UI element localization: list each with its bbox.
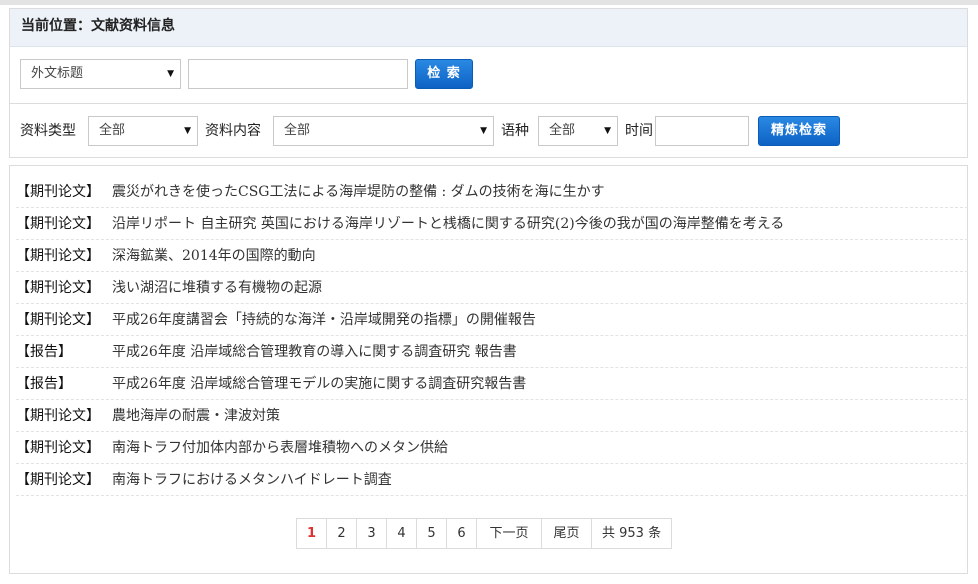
item-type-tag: 【期刊论文】 bbox=[16, 472, 100, 488]
search-field-value: 外文标题 bbox=[31, 66, 84, 81]
content-select[interactable]: 全部 ▼ bbox=[273, 116, 494, 146]
list-item: 【期刊论文】 南海トラフにおけるメタンハイドレート調査 bbox=[16, 465, 968, 496]
item-title-link[interactable]: 平成26年度 沿岸域総合管理教育の導入に関する調査研究 報告書 bbox=[112, 344, 517, 360]
pagination: 1 2 3 4 5 6 下一页 尾页 共 953 条 bbox=[296, 518, 673, 549]
list-item: 【期刊论文】 震災がれきを使ったCSG工法による海岸堤防の整備 : ダムの技術を海… bbox=[16, 177, 968, 208]
item-title-link[interactable]: 震災がれきを使ったCSG工法による海岸堤防の整備 : ダムの技術を海に生かす bbox=[112, 184, 605, 200]
total-count: 共 953 条 bbox=[591, 518, 673, 549]
type-label: 资料类型 bbox=[20, 123, 76, 139]
last-page-button[interactable]: 尾页 bbox=[541, 518, 592, 549]
item-type-tag: 【期刊论文】 bbox=[16, 312, 100, 328]
content-value: 全部 bbox=[284, 123, 311, 138]
next-page-button[interactable]: 下一页 bbox=[476, 518, 542, 549]
search-button[interactable]: 检 索 bbox=[415, 59, 473, 89]
search-field-select[interactable]: 外文标题 ▼ bbox=[20, 59, 181, 89]
item-type-tag: 【期刊论文】 bbox=[16, 280, 100, 296]
lang-select[interactable]: 全部 ▼ bbox=[538, 116, 618, 146]
item-title-link[interactable]: 農地海岸の耐震・津波対策 bbox=[112, 408, 280, 424]
item-title-link[interactable]: 南海トラフ付加体内部から表層堆積物へのメタン供給 bbox=[112, 440, 448, 456]
item-title-link[interactable]: 浅い湖沼に堆積する有機物の起源 bbox=[112, 280, 322, 296]
list-item: 【期刊论文】 農地海岸の耐震・津波対策 bbox=[16, 401, 968, 432]
content-label: 资料内容 bbox=[205, 123, 261, 139]
lang-value: 全部 bbox=[549, 123, 576, 138]
top-border bbox=[0, 0, 978, 5]
caret-down-icon: ▼ bbox=[604, 126, 611, 136]
time-label: 时间 bbox=[625, 123, 653, 139]
search-row: 外文标题 ▼ 检 索 bbox=[10, 47, 967, 104]
results-panel: 【期刊论文】 震災がれきを使ったCSG工法による海岸堤防の整備 : ダムの技術を海… bbox=[9, 165, 968, 574]
results-list: 【期刊论文】 震災がれきを使ったCSG工法による海岸堤防の整備 : ダムの技術を海… bbox=[16, 177, 968, 497]
item-type-tag: 【期刊论文】 bbox=[16, 408, 100, 424]
page-button-1[interactable]: 1 bbox=[296, 518, 327, 549]
page-button-6[interactable]: 6 bbox=[446, 518, 477, 549]
page-button-5[interactable]: 5 bbox=[416, 518, 447, 549]
item-title-link[interactable]: 平成26年度講習会「持続的な海洋・沿岸域開発の指標」の開催報告 bbox=[112, 312, 536, 328]
search-input[interactable] bbox=[188, 59, 408, 89]
list-item: 【期刊论文】 南海トラフ付加体内部から表層堆積物へのメタン供給 bbox=[16, 433, 968, 464]
caret-down-icon: ▼ bbox=[167, 69, 174, 79]
item-title-link[interactable]: 沿岸リポート 自主研究 英国における海岸リゾートと桟橋に関する研究(2)今後の我… bbox=[112, 216, 784, 232]
page-button-2[interactable]: 2 bbox=[326, 518, 357, 549]
item-type-tag: 【报告】 bbox=[16, 344, 72, 360]
time-input[interactable] bbox=[655, 116, 749, 146]
item-title-link[interactable]: 南海トラフにおけるメタンハイドレート調査 bbox=[112, 472, 392, 488]
caret-down-icon: ▼ bbox=[184, 126, 191, 136]
item-type-tag: 【期刊论文】 bbox=[16, 184, 100, 200]
page-button-4[interactable]: 4 bbox=[386, 518, 417, 549]
lang-label: 语种 bbox=[501, 123, 529, 139]
list-item: 【报告】 平成26年度 沿岸域総合管理教育の導入に関する調査研究 報告書 bbox=[16, 337, 968, 368]
item-title-link[interactable]: 深海鉱業、2014年の国際的動向 bbox=[112, 248, 316, 264]
item-type-tag: 【期刊论文】 bbox=[16, 248, 100, 264]
caret-down-icon: ▼ bbox=[480, 126, 487, 136]
list-item: 【期刊论文】 浅い湖沼に堆積する有機物の起源 bbox=[16, 273, 968, 304]
filter-row: 资料类型 全部 ▼ 资料内容 全部 ▼ 语种 全部 ▼ 时间 精炼检索 bbox=[10, 104, 967, 159]
list-item: 【期刊论文】 深海鉱業、2014年の国際的動向 bbox=[16, 241, 968, 272]
list-item: 【报告】 平成26年度 沿岸域総合管理モデルの実施に関する調査研究報告書 bbox=[16, 369, 968, 400]
type-value: 全部 bbox=[99, 123, 126, 138]
breadcrumb: 当前位置：文献资料信息 bbox=[10, 9, 967, 47]
item-type-tag: 【期刊论文】 bbox=[16, 216, 100, 232]
refine-search-button[interactable]: 精炼检索 bbox=[758, 116, 840, 146]
type-select[interactable]: 全部 ▼ bbox=[88, 116, 198, 146]
item-type-tag: 【期刊论文】 bbox=[16, 440, 100, 456]
item-type-tag: 【报告】 bbox=[16, 376, 72, 392]
list-item: 【期刊论文】 沿岸リポート 自主研究 英国における海岸リゾートと桟橋に関する研究(… bbox=[16, 209, 968, 240]
search-panel: 当前位置：文献资料信息 外文标题 ▼ 检 索 资料类型 全部 ▼ 资料内容 全部… bbox=[9, 8, 968, 158]
page-button-3[interactable]: 3 bbox=[356, 518, 387, 549]
list-item: 【期刊论文】 平成26年度講習会「持続的な海洋・沿岸域開発の指標」の開催報告 bbox=[16, 305, 968, 336]
item-title-link[interactable]: 平成26年度 沿岸域総合管理モデルの実施に関する調査研究報告書 bbox=[112, 376, 526, 392]
